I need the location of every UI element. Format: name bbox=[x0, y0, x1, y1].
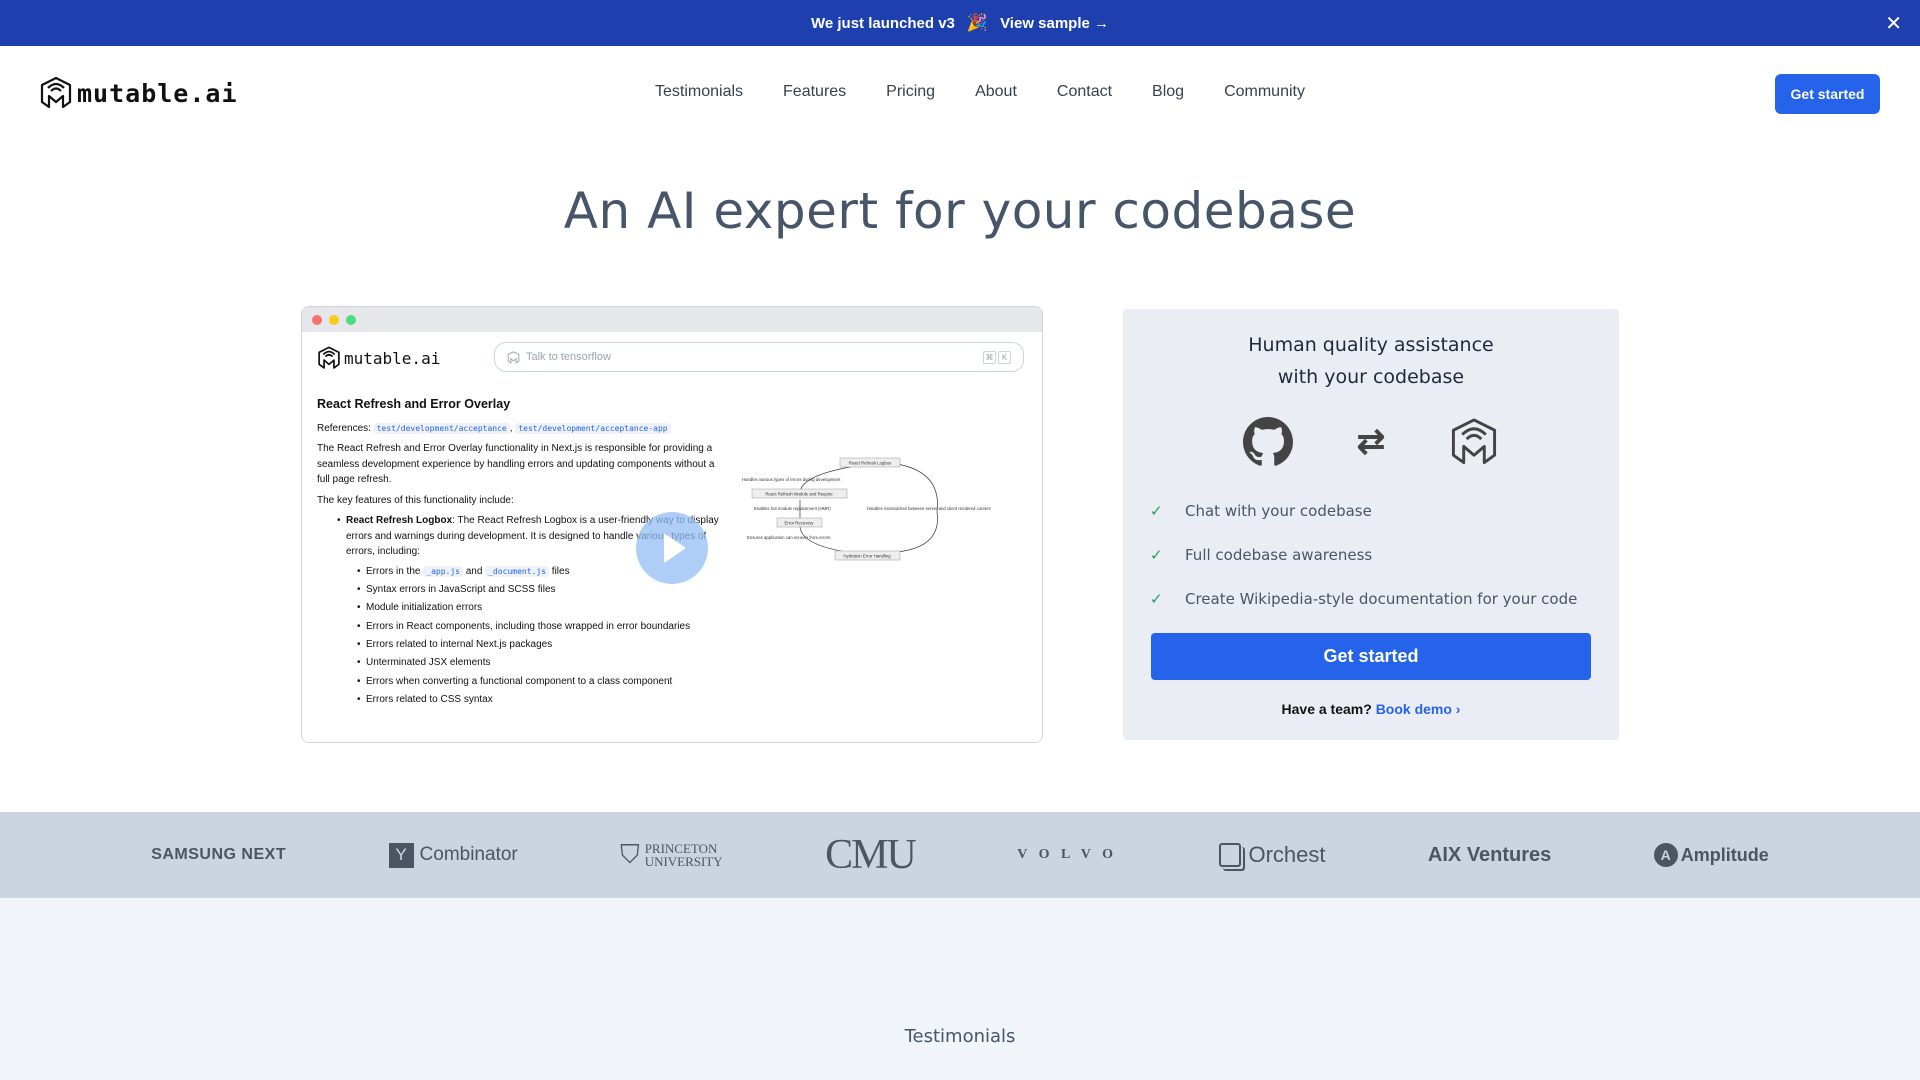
orchest-icon bbox=[1219, 843, 1242, 867]
doc-error-item: Syntax errors in JavaScript and SCSS fil… bbox=[357, 582, 727, 598]
get-started-nav-button[interactable]: Get started bbox=[1775, 74, 1880, 114]
mutable-cube-icon bbox=[40, 76, 72, 109]
brand-logo[interactable]: mutable.ai bbox=[39, 76, 238, 110]
top-navigation: mutable.ai Testimonials Features Pricing… bbox=[0, 46, 1920, 140]
mutable-cube-icon bbox=[507, 350, 520, 364]
flow-diagram: React Refresh Logbox React Refresh Modul… bbox=[742, 457, 992, 561]
get-started-button[interactable]: Get started bbox=[1151, 633, 1591, 680]
team-prompt: Have a team? Book demo › bbox=[1281, 701, 1461, 717]
diagram-node: React Refresh Logbox bbox=[849, 461, 893, 466]
card-title: Human quality assistance with your codeb… bbox=[1248, 334, 1494, 388]
party-popper-icon: 🎉 bbox=[966, 13, 989, 32]
check-icon: ✓ bbox=[1150, 590, 1163, 608]
window-titlebar bbox=[302, 307, 1042, 332]
mutable-cube-icon bbox=[1452, 418, 1497, 465]
doc-error-item: Errors related to internal Next.js packa… bbox=[357, 637, 727, 653]
doc-error-item: Errors when converting a functional comp… bbox=[357, 674, 727, 690]
diagram-edge-label: Handles mismatches between server and cl… bbox=[867, 506, 992, 511]
close-icon[interactable]: ✕ bbox=[1885, 11, 1902, 36]
doc-references: References: test/development/acceptance,… bbox=[317, 421, 727, 437]
nav-link-about[interactable]: About bbox=[975, 83, 1017, 101]
doc-intro: The React Refresh and Error Overlay func… bbox=[317, 443, 715, 485]
samsung-next-logo: SAMSUNG NEXT bbox=[151, 846, 287, 863]
nav-link-contact[interactable]: Contact bbox=[1057, 83, 1112, 101]
doc-error-item: Errors in React components, including th… bbox=[357, 619, 727, 635]
doc-features-intro: The key features of this functionality i… bbox=[317, 494, 514, 506]
nav-link-features[interactable]: Features bbox=[783, 83, 846, 101]
doc-error-item: Errors related to CSS syntax bbox=[357, 692, 727, 708]
volvo-logo: V O L V O bbox=[1017, 847, 1118, 862]
command-key-icon: ⌘ bbox=[983, 351, 996, 364]
testimonials-heading: Testimonials bbox=[904, 1026, 1016, 1047]
check-icon: ✓ bbox=[1150, 546, 1163, 564]
nav-link-testimonials[interactable]: Testimonials bbox=[655, 83, 743, 101]
doc-error-list: Errors in the _app.js and _document.js f… bbox=[357, 564, 727, 708]
feature-item: ✓ Create Wikipedia-style documentation fo… bbox=[1150, 590, 1578, 608]
feature-item: ✓ Chat with your codebase bbox=[1150, 502, 1372, 520]
nav-link-pricing[interactable]: Pricing bbox=[886, 83, 935, 101]
amplitude-logo: A Amplitude bbox=[1653, 843, 1769, 867]
cmu-logo: CMU bbox=[825, 832, 917, 878]
y-combinator-logo: Y Combinator bbox=[388, 842, 518, 868]
shield-icon: ⛉ bbox=[620, 839, 640, 869]
orchest-logo: Orchest bbox=[1219, 842, 1326, 868]
reference-link[interactable]: test/development/acceptance bbox=[373, 422, 510, 434]
announcement-banner: We just launched v3 🎉 View sample → ✕ bbox=[0, 0, 1920, 46]
book-demo-link[interactable]: Book demo › bbox=[1376, 701, 1461, 717]
amplitude-icon: A bbox=[1653, 843, 1678, 867]
mutable-cube-icon bbox=[318, 346, 340, 369]
signup-card: Human quality assistance with your codeb… bbox=[1123, 309, 1619, 740]
check-icon: ✓ bbox=[1150, 502, 1163, 520]
view-sample-link[interactable]: View sample → bbox=[1000, 15, 1109, 32]
search-placeholder: Talk to tensorflow bbox=[526, 351, 611, 363]
nav-link-blog[interactable]: Blog bbox=[1152, 83, 1184, 101]
banner-text: We just launched v3 bbox=[810, 14, 955, 32]
integration-icons: ⇄ bbox=[1123, 417, 1619, 467]
nav-links: Testimonials Features Pricing About Cont… bbox=[655, 83, 1345, 101]
reference-link[interactable]: test/development/acceptance-app bbox=[515, 422, 671, 434]
testimonials-section: Testimonials bbox=[0, 898, 1920, 1080]
window-minimize-dot bbox=[329, 314, 339, 325]
diagram-edge-label: Ensures application can recover from err… bbox=[747, 535, 830, 540]
product-demo-window: mutable.ai Talk to tensorflow ⌘ K React … bbox=[301, 306, 1043, 743]
github-icon bbox=[1242, 417, 1293, 466]
doc-error-item: Unterminated JSX elements bbox=[357, 655, 727, 671]
diagram-node: React Refresh Module and Require bbox=[765, 492, 833, 497]
diagram-edge-label: Handles various types of errors during d… bbox=[742, 477, 841, 482]
aix-ventures-logo: AIX Ventures bbox=[1427, 843, 1552, 866]
doc-title: React Refresh and Error Overlay bbox=[317, 397, 511, 411]
diagram-node: Hydration Error Handling bbox=[843, 554, 891, 559]
keyboard-shortcut: ⌘ K bbox=[983, 351, 1011, 364]
demo-brand-name: mutable.ai bbox=[344, 348, 441, 368]
play-video-button[interactable] bbox=[636, 512, 708, 584]
k-key: K bbox=[998, 351, 1011, 364]
hero-title: An AI expert for your codebase bbox=[563, 182, 1357, 240]
window-maximize-dot bbox=[346, 314, 356, 325]
feature-list: ✓ Chat with your codebase ✓ Full codebase … bbox=[1150, 489, 1577, 621]
customer-logos: SAMSUNG NEXT Y Combinator ⛉ PRINCETON UNIVE… bbox=[0, 812, 1920, 898]
princeton-logo: ⛉ PRINCETON UNIVERSITY bbox=[620, 839, 723, 869]
nav-link-community[interactable]: Community bbox=[1224, 83, 1305, 101]
demo-brand-logo: mutable.ai bbox=[317, 346, 440, 370]
sync-arrows-icon: ⇄ bbox=[1356, 423, 1386, 461]
y-icon: Y bbox=[388, 842, 414, 868]
diagram-node: Error Recovery bbox=[785, 521, 815, 526]
brand-name: mutable.ai bbox=[77, 78, 238, 108]
feature-item: ✓ Full codebase awareness bbox=[1150, 546, 1373, 564]
doc-error-item: Module initialization errors bbox=[357, 600, 727, 616]
diagram-edge-label: Enables hot module replacement (HMR) bbox=[754, 506, 831, 511]
window-close-dot bbox=[312, 314, 322, 325]
demo-search-input[interactable]: Talk to tensorflow ⌘ K bbox=[494, 342, 1024, 372]
